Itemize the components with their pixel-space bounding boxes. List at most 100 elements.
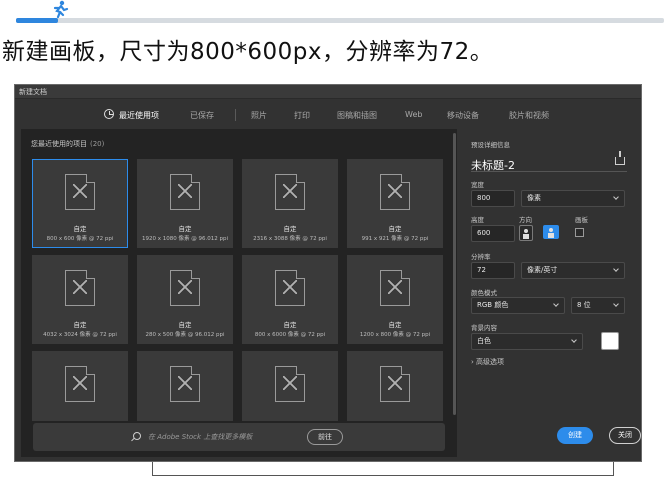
chevron-down-icon <box>613 301 619 307</box>
preset-tile[interactable]: 自定 2316 x 3088 像素 @ 72 ppi <box>242 159 338 248</box>
details-heading: 预设详细信息 <box>471 141 510 149</box>
tab-divider <box>235 109 236 121</box>
resolution-input[interactable]: 72 <box>471 262 515 279</box>
tab-mobile[interactable]: 移动设备 <box>447 110 479 121</box>
preset-size: 800 x 6000 像素 @ 72 ppi <box>254 332 326 338</box>
height-label: 高度 <box>471 216 484 224</box>
artboard-checkbox[interactable] <box>575 228 584 237</box>
width-input[interactable]: 800 <box>471 190 515 207</box>
width-label: 宽度 <box>471 181 484 189</box>
tab-web[interactable]: Web <box>405 110 422 119</box>
close-button[interactable]: 关闭 <box>609 427 641 444</box>
recent-count: (20) <box>90 140 105 148</box>
tab-recent[interactable]: 最近使用项 <box>119 110 159 121</box>
document-icon <box>380 366 410 402</box>
preset-name: 自定 <box>388 321 402 329</box>
artboard-label: 画板 <box>575 216 588 224</box>
advanced-options-label: 高级选项 <box>476 358 505 366</box>
preset-name: 自定 <box>283 321 297 329</box>
tab-saved[interactable]: 已保存 <box>190 110 214 121</box>
clock-icon <box>104 109 114 119</box>
preset-tile[interactable] <box>32 351 128 421</box>
document-icon <box>275 366 305 402</box>
document-icon <box>65 174 95 210</box>
background-label: 背景内容 <box>471 324 497 332</box>
preset-details-panel: 预设详细信息 未标题-2 宽度 800 像素 高度 600 方向 画板 分辨率 … <box>461 129 641 457</box>
preset-name: 自定 <box>388 225 402 233</box>
preset-size: 280 x 500 像素 @ 96.012 ppi <box>145 332 225 338</box>
preset-size: 4032 x 3024 像素 @ 72 ppi <box>43 332 117 338</box>
recent-panel: 您最近使用的项目 (20) 自定 800 x 600 像素 @ 72 ppi 自定… <box>21 129 457 457</box>
preset-tile[interactable] <box>137 351 233 421</box>
save-preset-icon[interactable] <box>615 151 625 165</box>
preset-tile[interactable]: 自定 1920 x 1080 像素 @ 96.012 ppi <box>137 159 233 248</box>
bit-depth-select[interactable]: 8 位 <box>571 297 625 314</box>
bit-depth-value: 8 位 <box>577 301 591 309</box>
color-mode-select[interactable]: RGB 颜色 <box>471 297 565 314</box>
preset-name: 自定 <box>178 321 192 329</box>
landscape-icon <box>548 228 554 238</box>
preset-name: 自定 <box>73 225 87 233</box>
recent-scrollbar[interactable] <box>453 133 456 415</box>
orientation-label: 方向 <box>519 216 532 224</box>
new-document-dialog: 新建文档 最近使用项 已保存 照片 打印 图稿和插图 Web 移动设备 胶片和视… <box>14 84 642 462</box>
resolution-label: 分辨率 <box>471 253 491 261</box>
resolution-unit-value: 像素/英寸 <box>527 266 558 274</box>
runner-icon <box>53 0 69 18</box>
go-button[interactable]: 前往 <box>307 429 343 445</box>
resolution-unit-select[interactable]: 像素/英寸 <box>521 262 625 279</box>
document-icon <box>380 174 410 210</box>
document-icon <box>170 366 200 402</box>
document-icon <box>275 270 305 306</box>
width-unit-value: 像素 <box>527 194 541 202</box>
dialog-title: 新建文档 <box>19 88 47 96</box>
preset-name: 自定 <box>73 321 87 329</box>
document-icon <box>65 366 95 402</box>
document-icon <box>275 174 305 210</box>
preset-tile[interactable]: 自定 4032 x 3024 像素 @ 72 ppi <box>32 255 128 344</box>
tab-photo[interactable]: 照片 <box>251 110 267 121</box>
preset-tile[interactable]: 自定 800 x 6000 像素 @ 72 ppi <box>242 255 338 344</box>
portrait-icon <box>523 229 529 239</box>
portrait-orientation-button[interactable] <box>519 225 533 241</box>
chevron-down-icon <box>571 337 577 343</box>
search-icon <box>133 432 141 440</box>
recent-heading: 您最近使用的项目 (20) <box>31 139 104 149</box>
chevron-down-icon <box>613 194 619 200</box>
preset-name: 自定 <box>283 225 297 233</box>
advanced-options-toggle[interactable]: › 高级选项 <box>471 357 504 367</box>
color-mode-label: 颜色模式 <box>471 289 497 297</box>
preset-tabs: 最近使用项 已保存 照片 打印 图稿和插图 Web 移动设备 胶片和视频 <box>15 99 641 129</box>
preset-tile[interactable]: 自定 280 x 500 像素 @ 96.012 ppi <box>137 255 233 344</box>
document-icon <box>170 174 200 210</box>
chevron-down-icon <box>613 266 619 272</box>
chevron-down-icon <box>553 301 559 307</box>
page-headline: 新建画板，尺寸为800*600px，分辨率为72。 <box>2 39 494 65</box>
preset-tile[interactable]: 自定 1200 x 800 像素 @ 72 ppi <box>347 255 443 344</box>
preset-name: 自定 <box>178 225 192 233</box>
landscape-orientation-button[interactable] <box>543 225 559 239</box>
document-icon <box>65 270 95 306</box>
tab-film-video[interactable]: 胶片和视频 <box>509 110 549 121</box>
height-input[interactable]: 600 <box>471 225 515 242</box>
preset-tile[interactable] <box>242 351 338 421</box>
preset-size: 2316 x 3088 像素 @ 72 ppi <box>253 236 327 242</box>
width-unit-select[interactable]: 像素 <box>521 190 625 207</box>
preset-size: 1200 x 800 像素 @ 72 ppi <box>359 332 431 338</box>
tab-art-illustration[interactable]: 图稿和插图 <box>337 110 377 121</box>
preset-size: 991 x 921 像素 @ 72 ppi <box>361 236 429 242</box>
background-select[interactable]: 白色 <box>471 333 583 350</box>
bottom-panel-edge <box>152 462 614 476</box>
background-value: 白色 <box>477 337 491 345</box>
document-icon <box>170 270 200 306</box>
background-color-swatch[interactable] <box>601 332 619 350</box>
stock-search-input[interactable]: 在 Adobe Stock 上查找更多模板 <box>148 432 252 442</box>
dialog-titlebar: 新建文档 <box>15 85 641 99</box>
create-button[interactable]: 创建 <box>557 427 593 444</box>
preset-tile[interactable]: 自定 800 x 600 像素 @ 72 ppi <box>32 159 128 248</box>
tab-print[interactable]: 打印 <box>294 110 310 121</box>
preset-tile[interactable]: 自定 991 x 921 像素 @ 72 ppi <box>347 159 443 248</box>
name-underline <box>471 171 627 172</box>
preset-tile[interactable] <box>347 351 443 421</box>
stock-search-bar: 在 Adobe Stock 上查找更多模板 前往 <box>33 423 445 451</box>
